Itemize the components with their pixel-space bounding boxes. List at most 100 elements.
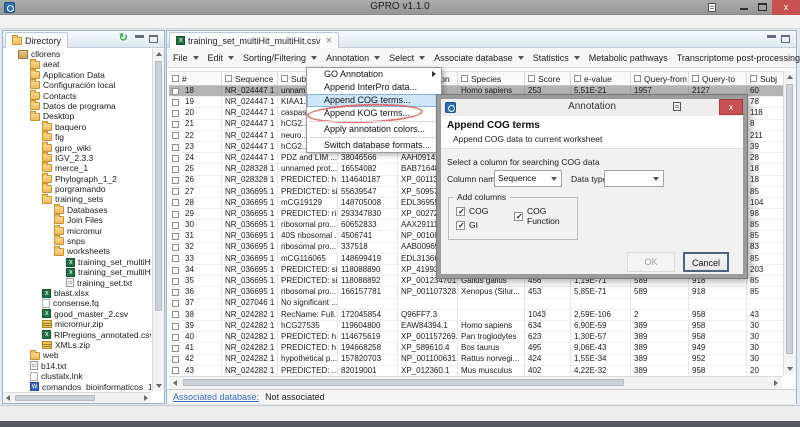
toolbar-item[interactable]: Annotation [326,53,380,63]
table-row[interactable]: 43 NR_024282 1 PREDICTED: ... 82019001 X… [169,366,785,375]
minimize-button[interactable] [740,8,748,10]
menu-item[interactable]: Append KOG terms... [307,107,441,120]
tree-item[interactable]: Datos de programa [4,101,151,111]
tree-item[interactable]: training_sets [4,194,151,204]
tree-item[interactable]: training_set.txt [4,278,151,288]
column-checkbox[interactable] [172,75,179,82]
row-checkbox[interactable] [172,356,179,363]
menu-item[interactable]: GO Annotation [307,68,441,81]
row-checkbox[interactable] [172,278,179,285]
associated-database-link[interactable]: Associated database: [173,392,259,402]
row-checkbox[interactable] [172,289,179,296]
column-checkbox[interactable] [461,75,468,82]
checkbox-icon[interactable] [514,212,523,221]
row-checkbox[interactable] [172,244,179,251]
toolbar-item[interactable]: Metabolic pathways [589,53,668,63]
column-header[interactable]: Score [525,72,571,85]
scroll-up-icon[interactable] [156,52,162,56]
checkbox-icon[interactable] [456,207,465,216]
close-button[interactable]: x [772,0,800,15]
row-checkbox[interactable] [172,323,179,330]
row-checkbox[interactable] [172,144,179,151]
tree-item[interactable]: good_master_2.csv [4,309,151,319]
column-header[interactable]: e-value [571,72,631,85]
row-checkbox[interactable] [172,334,179,341]
table-row[interactable]: 40 NR_024282 1 PREDICTED: h... 114675619… [169,332,785,343]
tree-item[interactable]: training_set_multiHit.cs [4,267,151,277]
tree-horizontal-scrollbar[interactable] [3,392,151,403]
toolbar-item[interactable]: Sorting/Filtering [243,53,317,63]
row-checkbox[interactable] [172,121,179,128]
tree-item[interactable]: comandos_bioinformaticos_1 [4,382,151,392]
scroll-left-icon[interactable] [6,395,10,401]
tree-item[interactable]: XMLs.zip [4,340,151,350]
tree-item[interactable]: micromur [4,226,151,236]
column-name-select[interactable]: Sequence [494,170,562,187]
tree-item[interactable]: micromur.zip [4,319,151,329]
scroll-right-icon[interactable] [144,395,148,401]
table-row[interactable]: 39 NR_024282 1 hCG27535 119604800 EAW843… [169,321,785,332]
panel-minimize-icon[interactable] [135,35,144,38]
tree-item[interactable]: b14.txt [4,361,151,371]
tree-item[interactable]: porgramando [4,184,151,194]
tree-item[interactable]: RIPregions_annotated.csv [4,330,151,340]
row-checkbox[interactable] [172,367,179,374]
panel-maximize-icon[interactable] [781,35,790,43]
row-checkbox[interactable] [172,267,179,274]
row-checkbox[interactable] [172,211,179,218]
worksheet-tab[interactable]: training_set_multiHit_multiHit.csv ✕ [169,32,339,48]
panel-minimize-icon[interactable] [767,35,776,38]
tree-vertical-scrollbar[interactable] [152,49,164,391]
tree-item[interactable]: web [4,350,151,360]
cog-checkbox[interactable]: COG [456,206,488,216]
row-checkbox[interactable] [172,110,179,117]
row-checkbox[interactable] [172,177,179,184]
tree-item[interactable]: Contacts [4,91,151,101]
gi-checkbox[interactable]: GI [456,220,478,230]
tree-item[interactable]: gpro_wiki [4,143,151,153]
menu-item[interactable]: Switch database formats... [307,139,441,152]
column-checkbox[interactable] [634,75,641,82]
row-checkbox[interactable] [172,99,179,106]
row-checkbox[interactable] [172,255,179,262]
toolbar-item[interactable]: Transcriptome post-processing [677,53,800,63]
refresh-icon[interactable]: ↻ [119,33,128,43]
column-header[interactable]: Query-from [631,72,689,85]
table-row[interactable]: 38 NR_024282 1 RecName: Full... 17204585… [169,310,785,321]
column-checkbox[interactable] [281,75,288,82]
tree-item[interactable]: Phylograph_1_2 [4,174,151,184]
row-checkbox[interactable] [172,155,179,162]
column-header[interactable]: Query-to [689,72,747,85]
tree-item[interactable]: aeat [4,59,151,69]
row-checkbox[interactable] [172,199,179,206]
tree-item[interactable]: IGV_2.3.3 [4,153,151,163]
scroll-down-icon[interactable] [787,367,793,371]
directory-tab[interactable]: Directory [5,32,68,48]
data-type-select[interactable] [604,170,664,187]
maximize-button[interactable] [758,3,767,11]
toolbar-item[interactable]: Statistics [533,53,580,63]
tree-item[interactable]: merce_1 [4,163,151,173]
tree-item[interactable]: Join Files [4,215,151,225]
table-row[interactable]: 37 NR_027046 1 No significant ... [169,299,785,310]
column-checkbox[interactable] [574,75,581,82]
tree-item[interactable]: Databases [4,205,151,215]
row-checkbox[interactable] [172,345,179,352]
panel-maximize-icon[interactable] [149,35,158,43]
tree-item[interactable]: blast.xlsx [4,288,151,298]
tree-item[interactable]: Application Data [4,70,151,80]
tree-item[interactable]: consense.fq [4,298,151,308]
tree-item[interactable]: Configuración local [4,80,151,90]
scroll-left-icon[interactable] [173,380,177,386]
tree-item[interactable]: cllorens [4,49,151,59]
menu-item[interactable]: Apply annotation colors... [307,123,441,136]
toolbar-item[interactable]: Edit [208,53,235,63]
tree-item[interactable]: training_set_multiHit_n [4,257,151,267]
row-checkbox[interactable] [172,311,179,318]
row-checkbox[interactable] [172,88,179,95]
dialog-close-button[interactable]: x [719,99,743,115]
column-header[interactable]: Subj [747,72,785,85]
column-header[interactable]: # [169,72,222,85]
tree-item[interactable]: clustalx.lnk [4,371,151,381]
page-icon[interactable] [673,102,681,111]
